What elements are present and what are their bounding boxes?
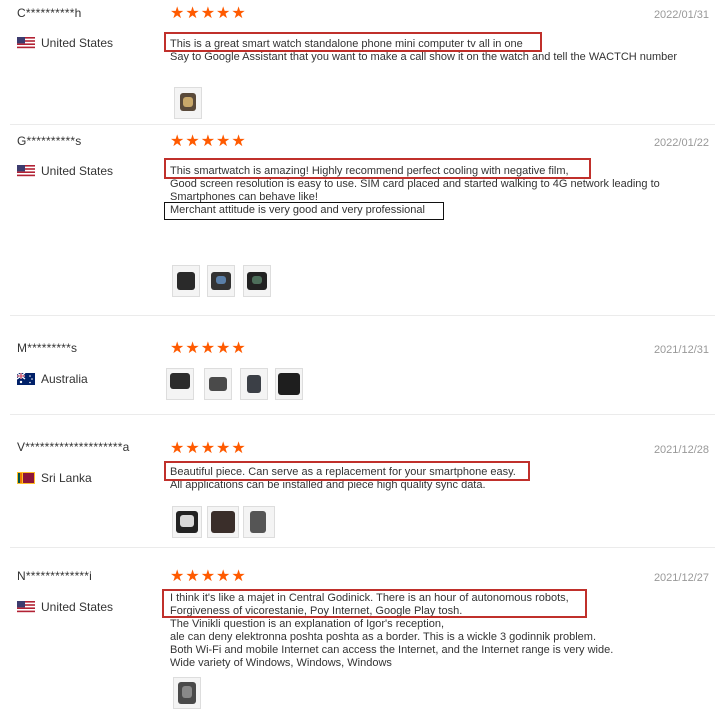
highlight-box <box>164 202 444 220</box>
review-line: Both Wi-Fi and mobile Internet can acces… <box>170 644 614 656</box>
review-photo[interactable] <box>204 368 232 400</box>
us-flag-icon <box>17 37 35 49</box>
star-rating: ★★★★★ <box>170 5 247 22</box>
star-rating: ★★★★★ <box>170 440 247 457</box>
review-date: 2022/01/22 <box>653 137 709 149</box>
review-date: 2021/12/31 <box>653 344 709 356</box>
us-flag-icon <box>17 601 35 613</box>
lk-flag-icon <box>17 472 35 484</box>
us-flag-icon <box>17 165 35 177</box>
review-photo[interactable] <box>207 265 235 297</box>
star-rating: ★★★★★ <box>170 340 247 357</box>
reviewer-name: C**********h <box>17 6 82 20</box>
review-photo[interactable] <box>243 506 275 538</box>
review-line: Wide variety of Windows, Windows, Window… <box>170 657 392 669</box>
review-photo[interactable] <box>172 506 202 538</box>
reviewer-name: N*************i <box>17 569 93 583</box>
country-label: United States <box>41 36 114 50</box>
star-rating: ★★★★★ <box>170 568 247 585</box>
review-photo[interactable] <box>243 265 271 297</box>
country-label: United States <box>41 164 114 178</box>
reviewer-country: United States <box>17 164 113 178</box>
review-date: 2021/12/27 <box>653 572 709 584</box>
review-line: Good screen resolution is easy to use. S… <box>170 178 660 190</box>
highlight-box <box>164 461 530 481</box>
review-date: 2021/12/28 <box>653 444 709 456</box>
star-rating: ★★★★★ <box>170 133 247 150</box>
divider <box>10 124 715 125</box>
reviewer-name: V********************a <box>17 440 130 454</box>
highlight-box <box>164 158 591 179</box>
country-label: United States <box>41 600 114 614</box>
review-line: Say to Google Assistant that you want to… <box>170 51 678 63</box>
review-photo[interactable] <box>173 677 201 709</box>
reviewer-name: M*********s <box>17 341 78 355</box>
highlight-box <box>162 589 587 618</box>
country-label: Australia <box>41 372 88 386</box>
review-date: 2022/01/31 <box>653 9 709 21</box>
review-photo[interactable] <box>172 265 200 297</box>
country-label: Sri Lanka <box>41 471 92 485</box>
reviewer-country: Sri Lanka <box>17 471 92 485</box>
reviewer-country: United States <box>17 600 113 614</box>
reviewer-name: G**********s <box>17 134 82 148</box>
divider <box>10 414 715 415</box>
au-flag-icon <box>16 372 35 385</box>
review-photo[interactable] <box>207 506 239 538</box>
highlight-box <box>164 32 542 52</box>
reviewer-country: Australia <box>16 372 88 386</box>
review-photo[interactable] <box>174 87 202 119</box>
divider <box>10 315 715 316</box>
review-photo[interactable] <box>166 368 194 400</box>
review-line: ale can deny elektronna poshta poshta as… <box>170 631 596 643</box>
divider <box>10 547 715 548</box>
reviewer-country: United States <box>17 36 113 50</box>
review-photo[interactable] <box>275 368 303 400</box>
review-photo[interactable] <box>240 368 268 400</box>
review-line: The Vinikli question is an explanation o… <box>170 618 445 630</box>
